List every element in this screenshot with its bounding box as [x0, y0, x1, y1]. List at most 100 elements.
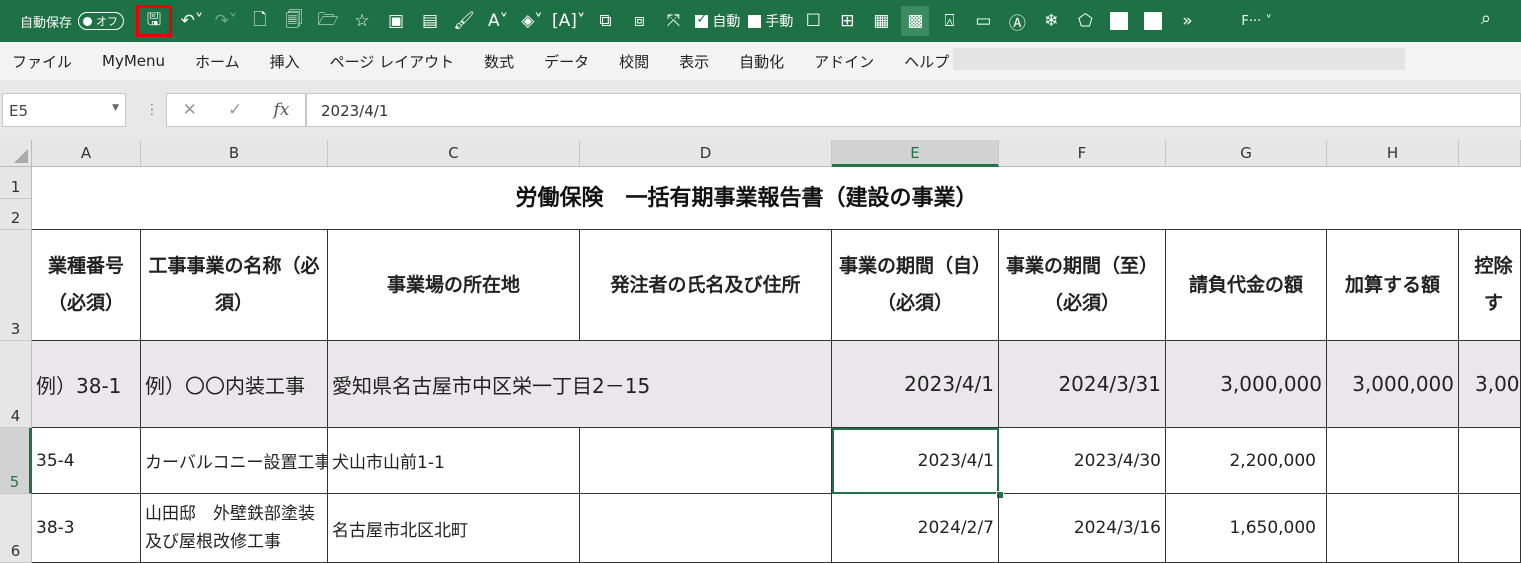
sheet-title[interactable]: 労働保険 一括有期事業報告書（建設の事業）: [32, 167, 1521, 230]
name-box[interactable]: E5 ▼: [2, 93, 126, 127]
tab-view[interactable]: 表示: [679, 51, 709, 72]
chevron-down-icon[interactable]: ▼: [112, 103, 119, 113]
insert-function-icon[interactable]: fx: [274, 100, 290, 120]
white-square-icon-2[interactable]: [1139, 6, 1167, 36]
tab-mymenu[interactable]: MyMenu: [102, 52, 165, 70]
favorite-icon[interactable]: ☆: [348, 6, 376, 36]
form-icon[interactable]: ▤: [416, 6, 444, 36]
clear-format-icon[interactable]: ⤧: [659, 6, 687, 36]
cell-d6[interactable]: [580, 494, 832, 563]
cell-i6[interactable]: [1459, 494, 1521, 563]
cell-g5[interactable]: 2,200,000: [1166, 428, 1327, 494]
pentagon-icon[interactable]: ⬠: [1071, 6, 1099, 36]
example-cell-b[interactable]: 例）〇〇内装工事: [141, 341, 328, 428]
header-client[interactable]: 発注者の氏名及び住所: [580, 230, 832, 341]
example-cell-c[interactable]: 愛知県名古屋市中区栄一丁目2－15: [328, 341, 832, 428]
example-cell-f[interactable]: 2024/3/31: [999, 341, 1166, 428]
header-period-from[interactable]: 事業の期間（自）（必須）: [832, 230, 999, 341]
cell-g6[interactable]: 1,650,000: [1166, 494, 1327, 563]
strip-icon[interactable]: ▭: [969, 6, 997, 36]
search-icon[interactable]: ⌕: [1481, 8, 1491, 29]
row-header-2[interactable]: 2: [0, 199, 32, 230]
tab-home[interactable]: ホーム: [195, 51, 240, 72]
text-a-icon[interactable]: Ⓐ: [1003, 6, 1031, 36]
window-icon[interactable]: ☐: [799, 6, 827, 36]
cell-c6[interactable]: 名古屋市北区北町: [328, 494, 580, 563]
cell-e6[interactable]: 2024/2/7: [832, 494, 999, 563]
new-file-icon[interactable]: 🗋: [246, 6, 274, 36]
header-site-location[interactable]: 事業場の所在地: [328, 230, 580, 341]
group-icon[interactable]: ⧈: [625, 6, 653, 36]
tab-addins[interactable]: アドイン: [814, 51, 874, 72]
redo-icon[interactable]: ↷˅: [212, 6, 240, 36]
row-header-6[interactable]: 6: [0, 494, 32, 563]
table-icon[interactable]: ⊞: [833, 6, 861, 36]
more-icon[interactable]: »: [1173, 6, 1201, 36]
column-header-c[interactable]: C: [328, 140, 580, 167]
cancel-icon[interactable]: ✕: [183, 100, 197, 120]
header-industry-number[interactable]: 業種番号（必須）: [32, 230, 141, 341]
undo-icon[interactable]: ↶˅: [178, 6, 206, 36]
row-header-1[interactable]: 1: [0, 167, 32, 199]
white-square-icon[interactable]: [1105, 6, 1133, 36]
tab-data[interactable]: データ: [544, 51, 589, 72]
select-all-corner[interactable]: [0, 140, 32, 167]
formula-input[interactable]: 2023/4/1: [306, 93, 1521, 127]
example-cell-e[interactable]: 2023/4/1: [832, 341, 999, 428]
header-project-name[interactable]: 工事事業の名称（必須）: [141, 230, 328, 341]
column-header-d[interactable]: D: [580, 140, 832, 167]
portrait-icon[interactable]: ⍓: [935, 6, 963, 36]
header-period-to[interactable]: 事業の期間（至）（必須）: [999, 230, 1166, 341]
example-cell-h[interactable]: 3,000,000: [1327, 341, 1459, 428]
cell-b6[interactable]: 山田邸 外壁鉄部塗装及び屋根改修工事: [141, 494, 328, 563]
splitter-dots[interactable]: ⋮: [145, 102, 159, 118]
tab-insert[interactable]: 挿入: [270, 51, 300, 72]
example-cell-g[interactable]: 3,000,000: [1166, 341, 1327, 428]
cell-f5[interactable]: 2023/4/30: [999, 428, 1166, 494]
tab-help[interactable]: ヘルプ: [904, 51, 949, 72]
row-header-3[interactable]: 3: [0, 230, 32, 341]
column-header-g[interactable]: G: [1166, 140, 1327, 167]
cell-a5[interactable]: 35-4: [32, 428, 141, 494]
paint-brush-icon[interactable]: 🖌: [450, 6, 478, 36]
print-preview-icon[interactable]: 🗐: [280, 6, 308, 36]
auto-checkbox[interactable]: 自動: [695, 11, 740, 31]
example-cell-i[interactable]: 3,00: [1459, 341, 1521, 428]
manual-checkbox[interactable]: 手動: [748, 11, 793, 31]
tab-formulas[interactable]: 数式: [484, 51, 514, 72]
tab-automate[interactable]: 自動化: [739, 51, 784, 72]
cell-h5[interactable]: [1327, 428, 1459, 494]
example-cell-a[interactable]: 例）38-1: [32, 341, 141, 428]
cell-d5[interactable]: [580, 428, 832, 494]
header-added-amount[interactable]: 加算する額: [1327, 230, 1459, 341]
row-header-5[interactable]: 5: [0, 428, 32, 494]
cell-e5-selected[interactable]: 2023/4/1: [832, 428, 999, 494]
header-contract-amount[interactable]: 請負代金の額: [1166, 230, 1327, 341]
shape-icon[interactable]: ⧉: [591, 6, 619, 36]
row-header-4[interactable]: 4: [0, 341, 32, 428]
cell-f6[interactable]: 2024/3/16: [999, 494, 1166, 563]
column-header-b[interactable]: B: [141, 140, 328, 167]
tab-file[interactable]: ファイル: [12, 51, 72, 72]
fill-color-icon[interactable]: ◈˅: [518, 6, 546, 36]
cell-c5[interactable]: 犬山市山前1-1: [328, 428, 580, 494]
tab-review[interactable]: 校閲: [619, 51, 649, 72]
cell-b5[interactable]: カーバルコニー設置工事: [141, 428, 328, 494]
font-color-icon[interactable]: A˅: [484, 6, 512, 36]
column-header-a[interactable]: A: [32, 140, 141, 167]
cell-a6[interactable]: 38-3: [32, 494, 141, 563]
gridlines-icon[interactable]: ▩: [901, 6, 930, 36]
header-deduction[interactable]: 控除す: [1459, 230, 1521, 341]
cell-i5[interactable]: [1459, 428, 1521, 494]
save-icon[interactable]: 🖫: [136, 5, 173, 37]
grid-icon[interactable]: ▦: [867, 6, 895, 36]
column-header-e[interactable]: E: [832, 140, 999, 167]
image-icon[interactable]: ▣: [382, 6, 410, 36]
enter-icon[interactable]: ✓: [228, 100, 242, 120]
column-header-h[interactable]: H: [1327, 140, 1459, 167]
file-name-dropdown[interactable]: F··· ˅: [1241, 14, 1272, 29]
textbox-icon[interactable]: [A]˅: [552, 6, 585, 36]
column-header-f[interactable]: F: [999, 140, 1166, 167]
column-header-i[interactable]: [1459, 140, 1521, 167]
tab-page-layout[interactable]: ページ レイアウト: [330, 51, 454, 72]
